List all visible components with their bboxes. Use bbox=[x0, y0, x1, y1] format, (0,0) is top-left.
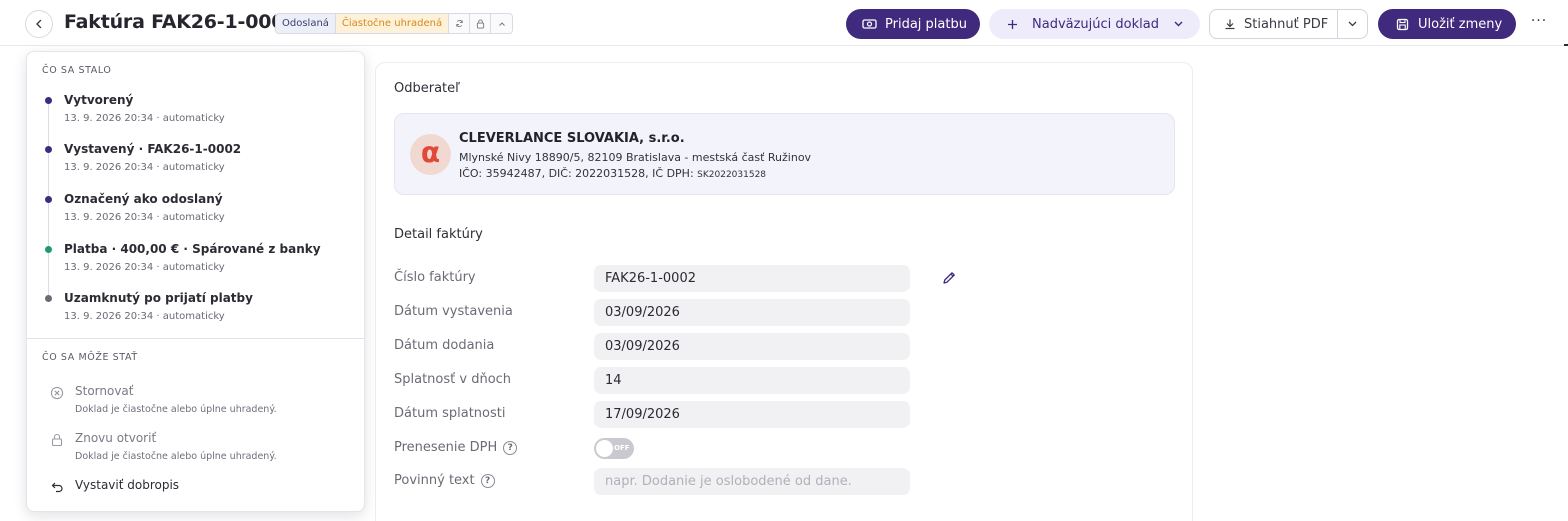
event-title: Uzamknutý po prijatí platby bbox=[64, 291, 253, 305]
mandatory-text-label: Povinný text bbox=[394, 473, 475, 488]
invoice-detail-card: Odberateľ α CLEVERLANCE SLOVAKIA, s.r.o.… bbox=[375, 62, 1193, 521]
help-icon[interactable]: ? bbox=[480, 473, 495, 488]
due-days-field[interactable]: 14 bbox=[594, 367, 910, 394]
download-pdf-button[interactable]: Stiahnuť PDF bbox=[1209, 9, 1368, 39]
issue-date-label: Dátum vystavenia bbox=[394, 304, 513, 319]
customer-vat-id: SK2022031528 bbox=[697, 170, 767, 180]
invoice-number-label: Číslo faktúry bbox=[394, 270, 476, 285]
event-title: Vystavený · FAK26-1-0002 bbox=[64, 142, 242, 156]
mandatory-text-label-row: Povinný text ? bbox=[394, 473, 495, 488]
action-title: Vystaviť dobropis bbox=[75, 478, 180, 492]
help-icon[interactable]: ? bbox=[503, 440, 518, 455]
reverse-charge-toggle[interactable]: OFF bbox=[594, 438, 634, 459]
action-subtitle: Doklad je čiastočne alebo úplne uhradený… bbox=[75, 451, 277, 462]
customer-address: Mlynské Nivy 18890/5, 82109 Bratislava -… bbox=[459, 151, 812, 164]
download-pdf-label: Stiahnuť PDF bbox=[1244, 16, 1329, 32]
event-meta: 13. 9. 2026 20:34 · automaticky bbox=[64, 113, 225, 124]
add-payment-button[interactable]: Pridaj platbu bbox=[846, 9, 980, 39]
event-meta: 13. 9. 2026 20:34 · automaticky bbox=[64, 212, 225, 223]
event-meta: 13. 9. 2026 20:34 · automaticky bbox=[64, 311, 225, 322]
more-options-button[interactable]: ··· bbox=[1528, 13, 1550, 33]
event-meta: 13. 9. 2026 20:34 · automaticky bbox=[64, 262, 225, 273]
chevron-down-icon bbox=[1174, 21, 1183, 27]
event-title: Platba · 400,00 € · Spárované z banky bbox=[64, 242, 321, 256]
issue-date-field[interactable]: 03/09/2026 bbox=[594, 299, 910, 326]
status-badge-sent: Odoslaná bbox=[276, 14, 336, 33]
action-subtitle: Doklad je čiastočne alebo úplne uhradený… bbox=[75, 404, 277, 415]
possible-actions-title: ČO SA MÔŽE STAŤ bbox=[42, 352, 138, 363]
customer-section-label: Odberateľ bbox=[394, 81, 461, 96]
split-divider bbox=[1337, 10, 1338, 38]
cash-icon bbox=[862, 19, 877, 29]
reverse-charge-label: Prenesenie DPH bbox=[394, 440, 498, 455]
pencil-icon[interactable] bbox=[941, 270, 957, 286]
lock-icon bbox=[476, 19, 484, 29]
delivery-date-label: Dátum dodania bbox=[394, 338, 495, 353]
cancel-circle-icon bbox=[49, 385, 65, 401]
customer-ids-text: IČO: 35942487, DIČ: 2022031528, IČ DPH: bbox=[459, 167, 698, 180]
action-title: Znovu otvoriť bbox=[75, 431, 157, 445]
customer-logo: α bbox=[410, 134, 451, 175]
event-title: Označený ako odoslaný bbox=[64, 192, 223, 206]
invoice-number-field[interactable]: FAK26-1-0002 bbox=[594, 265, 910, 292]
chevron-left-icon bbox=[36, 19, 42, 29]
customer-ids: IČO: 35942487, DIČ: 2022031528, IČ DPH: … bbox=[459, 167, 766, 180]
logo-letter: α bbox=[420, 136, 441, 169]
plus-icon bbox=[1008, 19, 1017, 29]
chevron-down-icon[interactable] bbox=[1347, 18, 1358, 29]
resize-handle bbox=[1564, 44, 1568, 46]
due-date-field[interactable]: 17/09/2026 bbox=[594, 401, 910, 428]
download-icon bbox=[1225, 19, 1235, 30]
timeline-dot bbox=[45, 246, 52, 253]
back-button[interactable] bbox=[25, 10, 53, 38]
save-changes-label: Uložiť zmeny bbox=[1418, 16, 1503, 32]
sync-icon bbox=[455, 19, 463, 28]
collapse-button[interactable] bbox=[491, 14, 513, 33]
page-title: Faktúra FAK26-1-0002 bbox=[64, 11, 298, 33]
timeline-dot bbox=[45, 146, 52, 153]
action-title: Stornovať bbox=[75, 384, 134, 398]
add-payment-label: Pridaj platbu bbox=[885, 16, 967, 32]
status-badge-group: Odoslaná Čiastočne uhradená bbox=[275, 13, 514, 34]
lock-button[interactable] bbox=[470, 14, 492, 33]
timeline-dot bbox=[45, 196, 52, 203]
chevron-up-icon bbox=[498, 21, 505, 26]
customer-card[interactable]: α CLEVERLANCE SLOVAKIA, s.r.o. Mlynské N… bbox=[394, 113, 1175, 195]
detail-section-label: Detail faktúry bbox=[394, 227, 483, 242]
mandatory-text-field[interactable]: napr. Dodanie je oslobodené od dane. bbox=[594, 468, 910, 495]
status-badge-partial: Čiastočne uhradená bbox=[335, 14, 450, 33]
event-meta: 13. 9. 2026 20:34 · automaticky bbox=[64, 162, 225, 173]
lock-icon bbox=[49, 432, 65, 448]
floppy-disk-icon bbox=[1396, 18, 1409, 30]
follow-document-button[interactable]: Nadväzujúci doklad bbox=[989, 9, 1200, 39]
sync-button[interactable] bbox=[449, 14, 471, 33]
history-panel: ČO SA STALO Vytvorený 13. 9. 2026 20:34 … bbox=[26, 51, 365, 512]
due-days-label: Splatnosť v dňoch bbox=[394, 372, 512, 387]
delivery-date-field[interactable]: 03/09/2026 bbox=[594, 333, 910, 360]
toggle-state: OFF bbox=[614, 444, 630, 452]
follow-document-label: Nadväzujúci doklad bbox=[1032, 16, 1159, 32]
undo-arrow-icon bbox=[49, 479, 65, 495]
event-title: Vytvorený bbox=[64, 93, 134, 107]
reverse-charge-label-row: Prenesenie DPH ? bbox=[394, 440, 518, 455]
save-changes-button[interactable]: Uložiť zmeny bbox=[1378, 9, 1516, 39]
toggle-knob bbox=[596, 440, 613, 457]
history-section-title: ČO SA STALO bbox=[42, 65, 112, 76]
timeline-dot bbox=[45, 295, 52, 302]
top-bar: Faktúra FAK26-1-0002 Odoslaná Čiastočne … bbox=[0, 0, 1568, 46]
customer-name: CLEVERLANCE SLOVAKIA, s.r.o. bbox=[459, 131, 685, 146]
section-divider bbox=[27, 338, 364, 339]
timeline-dot bbox=[45, 97, 52, 104]
due-date-label: Dátum splatnosti bbox=[394, 406, 506, 421]
